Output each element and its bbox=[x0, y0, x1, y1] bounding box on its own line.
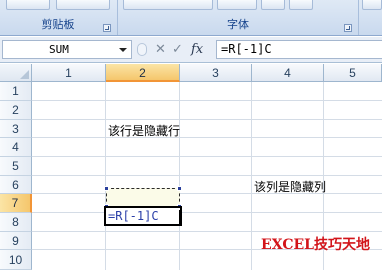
clipboard-button-fragment[interactable] bbox=[56, 0, 110, 10]
row-header-10[interactable]: 10 bbox=[0, 250, 32, 270]
column-header-1[interactable]: 1 bbox=[32, 64, 106, 82]
row-gridline bbox=[32, 119, 382, 120]
font-group-label: 字体 bbox=[227, 18, 249, 31]
formula-bar: SUM ✕ ✓ fx =R[-1]C bbox=[0, 37, 382, 63]
resize-grip-icon[interactable] bbox=[137, 43, 147, 56]
select-all-corner[interactable] bbox=[0, 64, 32, 82]
watermark: EXCEL技巧天地 bbox=[261, 237, 370, 253]
clipboard-group-label: 剪贴板 bbox=[41, 18, 75, 31]
clipboard-group: 剪贴板 bbox=[0, 0, 116, 35]
chevron-down-icon[interactable] bbox=[119, 48, 127, 52]
row-gridline bbox=[32, 193, 382, 194]
cell-b3-text: 该行是隐藏行 bbox=[108, 124, 181, 138]
group-divider bbox=[358, 0, 359, 35]
range-handle-icon[interactable] bbox=[177, 186, 182, 191]
column-gridline bbox=[105, 82, 106, 270]
editing-formula: =R[-1]C bbox=[108, 209, 159, 223]
column-gridline bbox=[251, 82, 252, 270]
insert-function-icon[interactable]: fx bbox=[191, 40, 203, 59]
enter-check-icon[interactable]: ✓ bbox=[172, 40, 183, 59]
row-gridline bbox=[32, 231, 382, 232]
paste-button-fragment[interactable] bbox=[6, 0, 50, 10]
font-group: 字体 bbox=[119, 0, 357, 35]
row-header-5[interactable]: 5 bbox=[0, 157, 32, 176]
grow-font-fragment[interactable] bbox=[261, 0, 285, 10]
name-box[interactable]: SUM bbox=[2, 40, 132, 59]
row-gridline bbox=[32, 156, 382, 157]
row-header-7[interactable]: 7 bbox=[0, 194, 32, 213]
row-gridline bbox=[32, 100, 382, 101]
column-gridline bbox=[179, 82, 180, 270]
row-header-3[interactable]: 3 bbox=[0, 120, 32, 138]
worksheet-grid: 1 2 3 4 5 1 2 3 4 5 6 7 8 9 10 该行是隐藏行 该列… bbox=[0, 64, 382, 270]
formula-input[interactable]: =R[-1]C bbox=[216, 40, 382, 59]
cell-d6-text: 该列是隐藏列 bbox=[254, 180, 327, 194]
font-size-fragment[interactable] bbox=[217, 0, 257, 10]
row-header-9[interactable]: 9 bbox=[0, 232, 32, 250]
ribbon: 剪贴板 字体 bbox=[0, 0, 382, 36]
row-gridline bbox=[32, 137, 382, 138]
row-header-6[interactable]: 6 bbox=[0, 176, 32, 194]
font-launcher-icon[interactable] bbox=[344, 24, 352, 32]
alignment-fragment[interactable] bbox=[362, 0, 382, 10]
text-caret bbox=[179, 210, 180, 224]
name-box-value: SUM bbox=[49, 43, 69, 56]
active-cell-editor[interactable]: =R[-1]C bbox=[104, 206, 182, 226]
row-gridline bbox=[32, 175, 382, 176]
formula-buttons: ✕ ✓ fx bbox=[135, 40, 213, 59]
row-header-4[interactable]: 4 bbox=[0, 138, 32, 157]
column-header-4[interactable]: 4 bbox=[252, 64, 324, 82]
column-header-3[interactable]: 3 bbox=[180, 64, 252, 82]
row-header-8[interactable]: 8 bbox=[0, 213, 32, 232]
row-gridline bbox=[32, 212, 382, 213]
cancel-icon[interactable]: ✕ bbox=[155, 40, 166, 59]
range-handle-icon[interactable] bbox=[104, 186, 109, 191]
column-header-2[interactable]: 2 bbox=[106, 64, 180, 82]
shrink-font-fragment[interactable] bbox=[289, 0, 313, 10]
row-header-1[interactable]: 1 bbox=[0, 82, 32, 101]
row-header-2[interactable]: 2 bbox=[0, 101, 32, 120]
column-header-5[interactable]: 5 bbox=[324, 64, 382, 82]
clipboard-launcher-icon[interactable] bbox=[103, 24, 111, 32]
font-name-fragment[interactable] bbox=[123, 0, 213, 10]
copy-marquee bbox=[104, 186, 182, 209]
group-divider bbox=[117, 0, 118, 35]
